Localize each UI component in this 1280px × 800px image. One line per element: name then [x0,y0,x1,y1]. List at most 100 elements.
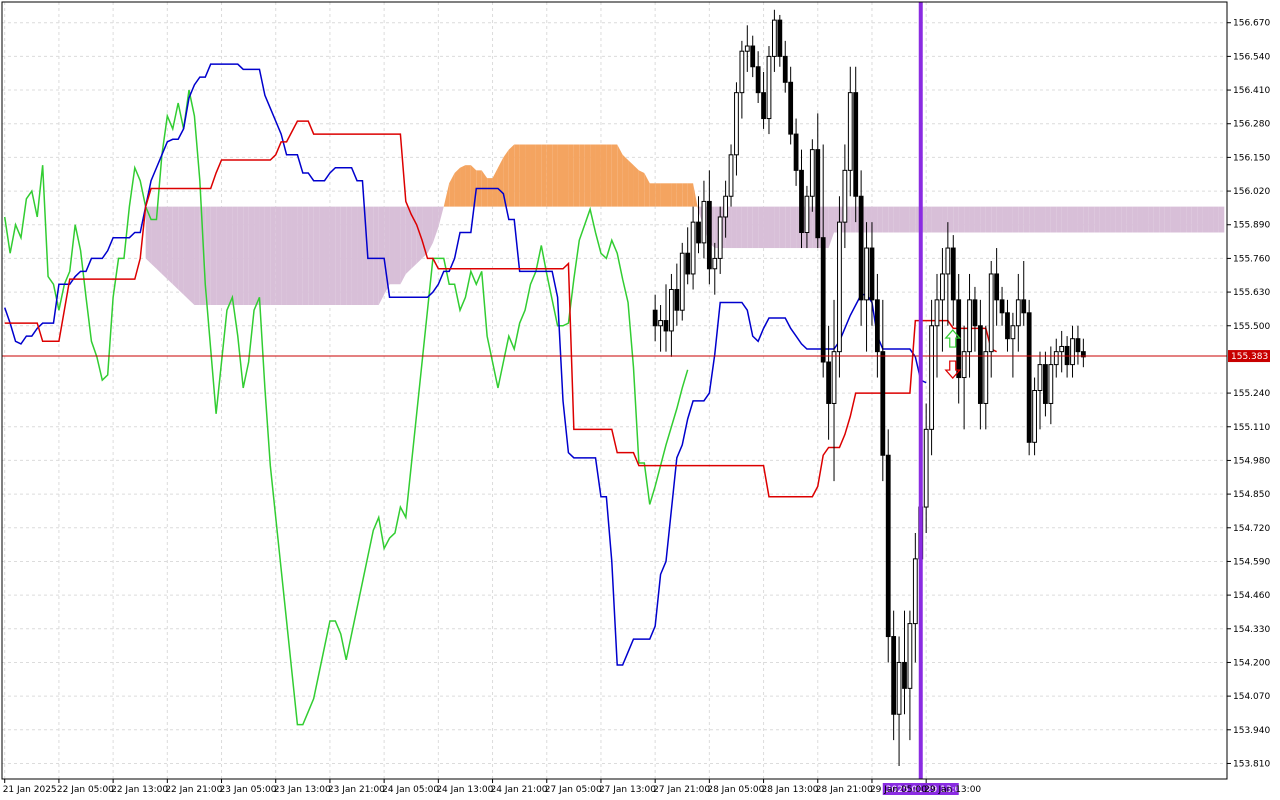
cloud-segment-bearish [985,206,992,233]
cloud-segment-bearish [888,206,894,233]
cloud-segment-bullish [568,144,574,207]
cloud-segment-bullish [530,144,536,207]
cloud-segment-bearish [373,206,379,306]
cloud-segment-bearish [1077,206,1084,233]
cloud-segment-bearish [319,206,325,306]
x-tick-label: 23 Jan 05:00 [220,785,277,795]
y-tick-label: 156.280 [1233,120,1270,130]
candle-body-bear [902,661,907,689]
candle-body-bear [880,351,886,456]
cloud-segment-bearish [758,206,764,249]
cloud-segment-bearish [1197,206,1203,233]
cloud-segment-bearish [400,206,406,285]
cloud-segment-bearish [909,206,916,233]
cloud-segment-bearish [871,206,878,233]
y-tick-label: 155.240 [1233,389,1270,399]
cloud-segment-bearish [1050,206,1057,233]
cloud-segment-bullish [508,144,515,207]
candle-body-bear [869,247,875,301]
y-tick-label: 154.590 [1233,557,1270,567]
axes: 156.670 156.540 156.410 156.280 156.150 156.0… [1,1,1270,795]
cloud-segment-bearish [899,206,905,233]
candle-body-bull [907,623,913,689]
candle-body-bull [864,247,869,301]
candle-body-bull [690,221,696,275]
cloud-segment-bearish [947,206,954,233]
cloud-segment-bearish [161,206,168,280]
cloud-segment-bearish [1007,206,1013,233]
cloud-segment-bearish [1137,206,1143,233]
cloud-segment-bearish [254,206,260,306]
cloud-segment-bearish [427,206,433,254]
y-tick-label: 153.940 [1233,726,1270,736]
candle-body-bull [940,273,945,301]
cloud-segment-bearish [275,206,282,306]
cloud-segment-bullish [622,154,629,207]
cloud-segment-bullish [682,183,688,207]
candle-body-bull [658,320,663,327]
cloud-segment-bearish [216,206,222,306]
candle-body-bear [977,325,983,404]
cloud-segment-bearish [243,206,249,306]
cloud-segment-bullish [617,144,623,207]
x-tick-label: 29 Jan 05:00 [870,785,927,795]
x-tick-label: 27 Jan 21:00 [653,785,710,795]
candle-body-bull [961,351,967,379]
cloud-segment-bearish [763,206,769,249]
cloud-segment-bullish [525,144,531,207]
cloud-segment-bearish [237,206,244,306]
candle-body-bear [815,149,821,239]
cloud-segment-bullish [535,144,542,207]
candle-body-bull [912,558,918,625]
cloud-segment-bearish [1186,206,1192,233]
cloud-segment-bearish [1045,206,1051,233]
candle-body-bear [674,288,680,311]
x-tick-label: 22 Jan 13:00 [111,785,168,795]
cloud-segment-bullish [460,165,466,207]
y-tick-label: 155.630 [1233,288,1270,298]
y-tick-label: 156.540 [1233,52,1270,62]
cloud-segment-bearish [405,206,412,274]
cloud-segment-bullish [671,183,677,207]
candle-body-bear [853,92,859,197]
cloud-segment-bearish [1170,206,1176,233]
current-price-label: 155.383 [1231,352,1268,362]
candle-body-bull [1070,338,1075,366]
cloud-segment-bullish [590,144,596,207]
cloud-segment-bearish [1110,206,1116,233]
cloud-segment-bearish [335,206,341,306]
ichimoku-cloud [145,144,1225,306]
candle-body-bear [820,237,826,363]
x-tick-label: 28 Jan 21:00 [816,785,873,795]
candle-body-bear [799,169,804,234]
y-tick-label: 155.760 [1233,254,1270,264]
x-tick-label: 24 Jan 05:00 [382,785,439,795]
candle-body-bull [945,247,951,275]
cloud-segment-bullish [465,165,471,207]
x-tick-label: 28 Jan 05:00 [707,785,764,795]
cloud-segment-bearish [270,206,276,306]
y-tick-label: 156.020 [1233,187,1270,197]
cloud-segment-bearish [1029,206,1035,233]
candle-body-bull [831,351,837,404]
cloud-segment-bullish [649,183,656,207]
cloud-segment-bearish [1126,206,1133,233]
cloud-segment-bearish [286,206,292,306]
cloud-segment-bearish [893,206,900,233]
candle-body-bull [717,216,723,259]
candle-body-bear [777,19,783,57]
cloud-segment-bearish [297,206,303,306]
cloud-segment-bullish [660,183,666,207]
y-tick-label: 154.720 [1233,524,1270,534]
cloud-segment-bearish [1213,206,1219,233]
cloud-segment-bearish [882,206,889,233]
cloud-segment-bearish [357,206,363,306]
cloud-segment-bearish [183,206,190,300]
cloud-segment-bullish [557,144,564,207]
cloud-segment-bullish [573,144,580,207]
cloud-segment-bullish [611,144,618,207]
cloud-segment-bullish [693,183,699,212]
cloud-segment-bearish [953,206,959,233]
candle-body-bull [1037,364,1043,392]
candle-body-bull [809,149,815,197]
